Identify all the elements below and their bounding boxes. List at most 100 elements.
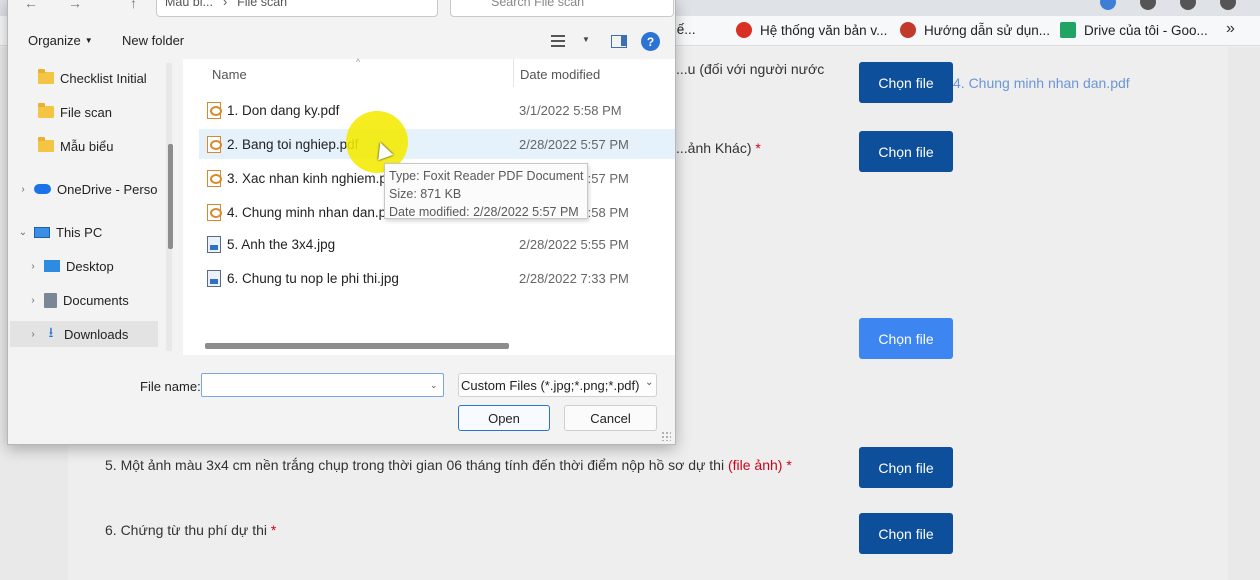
nav-item-this-pc[interactable]: ⌄ This PC	[14, 219, 102, 245]
nav-item-label: Documents	[63, 292, 129, 308]
navigation-pane: Checklist Initial File scan Mẫu biểu › O…	[8, 59, 172, 355]
chevron-right-icon[interactable]: ›	[18, 184, 28, 195]
file-date: 2/28/2022 7:33 PM	[519, 270, 629, 286]
file-open-dialog: ← → ↑ Mẫu bi... › File scan Search File …	[7, 0, 676, 445]
bookmark-item[interactable]: Hướng dẫn sử dụn...	[900, 22, 1050, 38]
extension-icon[interactable]	[1180, 0, 1196, 10]
back-arrow-icon[interactable]: ←	[24, 0, 38, 11]
nav-item-file-scan[interactable]: File scan	[34, 99, 112, 125]
chevron-down-icon[interactable]: ⌄	[18, 227, 28, 238]
up-arrow-icon[interactable]: ↑	[130, 0, 137, 11]
help-icon[interactable]: ?	[641, 32, 660, 51]
bookmark-item[interactable]: Hệ thống văn bản v...	[736, 22, 887, 38]
extension-icon[interactable]	[1100, 0, 1116, 10]
organize-button[interactable]: Organize ▼	[28, 33, 93, 48]
nav-item-desktop[interactable]: › Desktop	[24, 253, 114, 279]
nav-item-checklist-initial[interactable]: Checklist Initial	[34, 65, 147, 91]
open-button[interactable]: Open	[458, 405, 550, 431]
extension-icon[interactable]	[1140, 0, 1156, 10]
breadcrumb-separator-icon: ›	[222, 0, 228, 9]
file-row[interactable]: 2. Bang toi nghiep.pdf 2/28/2022 5:57 PM	[199, 129, 675, 159]
resize-grip-icon[interactable]	[661, 431, 671, 441]
chevron-right-icon[interactable]: ›	[28, 261, 38, 272]
choose-file-button[interactable]: Chọn file	[859, 318, 953, 359]
required-mark: *	[786, 457, 792, 473]
nav-scrollbar-thumb[interactable]	[168, 144, 173, 249]
bookmark-item[interactable]: Drive của tôi - Goo...	[1060, 22, 1208, 38]
desktop-icon	[44, 260, 60, 272]
file-date: 3/1/2022 5:58 PM	[519, 102, 622, 118]
column-header-name[interactable]: Name	[212, 67, 247, 82]
more-bookmarks-button[interactable]: »	[1226, 20, 1235, 38]
google-drive-icon	[1060, 22, 1076, 38]
file-date: 2/28/2022 5:55 PM	[519, 236, 629, 252]
tooltip-type: Type: Foxit Reader PDF Document	[389, 169, 584, 183]
question-text: 6. Chứng từ thu phí dự thi *	[105, 522, 277, 538]
view-options-icon[interactable]	[551, 35, 565, 47]
breadcrumb-segment[interactable]: Mẫu bi...	[165, 0, 213, 11]
file-row[interactable]: 1. Don dang ky.pdf 3/1/2022 5:58 PM	[199, 95, 675, 125]
file-name: 6. Chung tu nop le phi thi.jpg	[227, 270, 399, 286]
chevron-down-icon[interactable]: ▼	[582, 35, 590, 44]
pdf-file-icon	[207, 101, 222, 119]
choose-file-button[interactable]: Chọn file	[859, 447, 953, 488]
bookmark-label: Drive của tôi - Goo...	[1084, 22, 1208, 38]
forward-arrow-icon[interactable]: →	[68, 0, 82, 11]
pc-icon	[34, 226, 50, 238]
nav-item-label: Desktop	[66, 258, 114, 274]
pdf-file-icon	[207, 203, 222, 221]
column-separator[interactable]	[513, 59, 514, 87]
choose-file-button[interactable]: Chọn file	[859, 513, 953, 554]
bookmark-label: Hệ thống văn bản v...	[760, 22, 888, 38]
new-folder-button[interactable]: New folder	[122, 33, 184, 48]
folder-icon	[38, 137, 54, 152]
dialog-toolbar: Organize ▼ New folder ▼ ?	[8, 23, 675, 59]
nav-item-label: Mẫu biểu	[60, 138, 114, 154]
path-breadcrumb[interactable]: Mẫu bi... › File scan	[156, 0, 438, 17]
nav-item-label: OneDrive - Perso	[57, 181, 158, 197]
nav-item-downloads[interactable]: › ⭳ Downloads	[10, 321, 158, 347]
file-name-input[interactable]	[201, 373, 444, 397]
nav-item-label: Checklist Initial	[60, 70, 147, 86]
nav-item-mau-bieu[interactable]: Mẫu biểu	[34, 133, 113, 159]
image-file-icon	[207, 269, 221, 287]
search-input[interactable]: Search File scan	[450, 0, 674, 17]
dialog-footer: File name: ⌄ Custom Files (*.jpg;*.png;*…	[8, 355, 675, 444]
chevron-down-icon[interactable]: ⌄	[645, 377, 653, 388]
profile-icon[interactable]	[1220, 0, 1236, 10]
file-name-label: File name:	[140, 379, 201, 394]
file-type-select[interactable]: Custom Files (*.jpg;*.png;*.pdf)	[458, 373, 657, 397]
required-mark: *	[270, 522, 277, 538]
horizontal-scrollbar[interactable]	[205, 343, 509, 349]
uploaded-file-link[interactable]: 4. Chung minh nhan dan.pdf	[953, 75, 1130, 91]
file-row[interactable]: 5. Anh the 3x4.jpg 2/28/2022 5:55 PM	[199, 229, 675, 259]
nav-item-label: This PC	[56, 224, 103, 240]
question-text: ...ảnh Khác) *	[676, 140, 761, 156]
bookmark-icon	[736, 22, 752, 38]
chevron-right-icon[interactable]: ›	[28, 295, 38, 306]
sort-ascending-icon: ^	[356, 57, 361, 67]
browser-extension-icons	[1100, 0, 1236, 10]
required-mark: *	[755, 140, 761, 156]
documents-icon	[44, 292, 57, 308]
folder-icon	[38, 69, 54, 84]
file-row[interactable]: 6. Chung tu nop le phi thi.jpg 2/28/2022…	[199, 263, 675, 293]
question-text: ...u (đối với người nước	[676, 61, 825, 77]
choose-file-button[interactable]: Chọn file	[859, 62, 953, 103]
chevron-right-icon[interactable]: ›	[28, 329, 38, 340]
nav-item-label: Downloads	[64, 326, 129, 342]
choose-file-button[interactable]: Chọn file	[859, 131, 953, 172]
tooltip-modified: Date modified: 2/28/2022 5:57 PM	[389, 205, 579, 219]
nav-item-documents[interactable]: › Documents	[24, 287, 129, 313]
bookmark-label: Hướng dẫn sử dụn...	[924, 22, 1050, 38]
nav-item-label: File scan	[60, 104, 113, 120]
pdf-file-icon	[207, 169, 222, 187]
breadcrumb-segment[interactable]: File scan	[237, 0, 287, 11]
preview-pane-icon[interactable]	[611, 35, 627, 48]
image-file-icon	[207, 235, 221, 253]
nav-item-onedrive[interactable]: › OneDrive - Perso	[14, 176, 157, 202]
column-header-date[interactable]: Date modified	[520, 67, 600, 82]
cancel-button[interactable]: Cancel	[564, 405, 657, 431]
chevron-down-icon: ▼	[84, 36, 93, 45]
downloads-icon: ⭳	[48, 324, 54, 340]
